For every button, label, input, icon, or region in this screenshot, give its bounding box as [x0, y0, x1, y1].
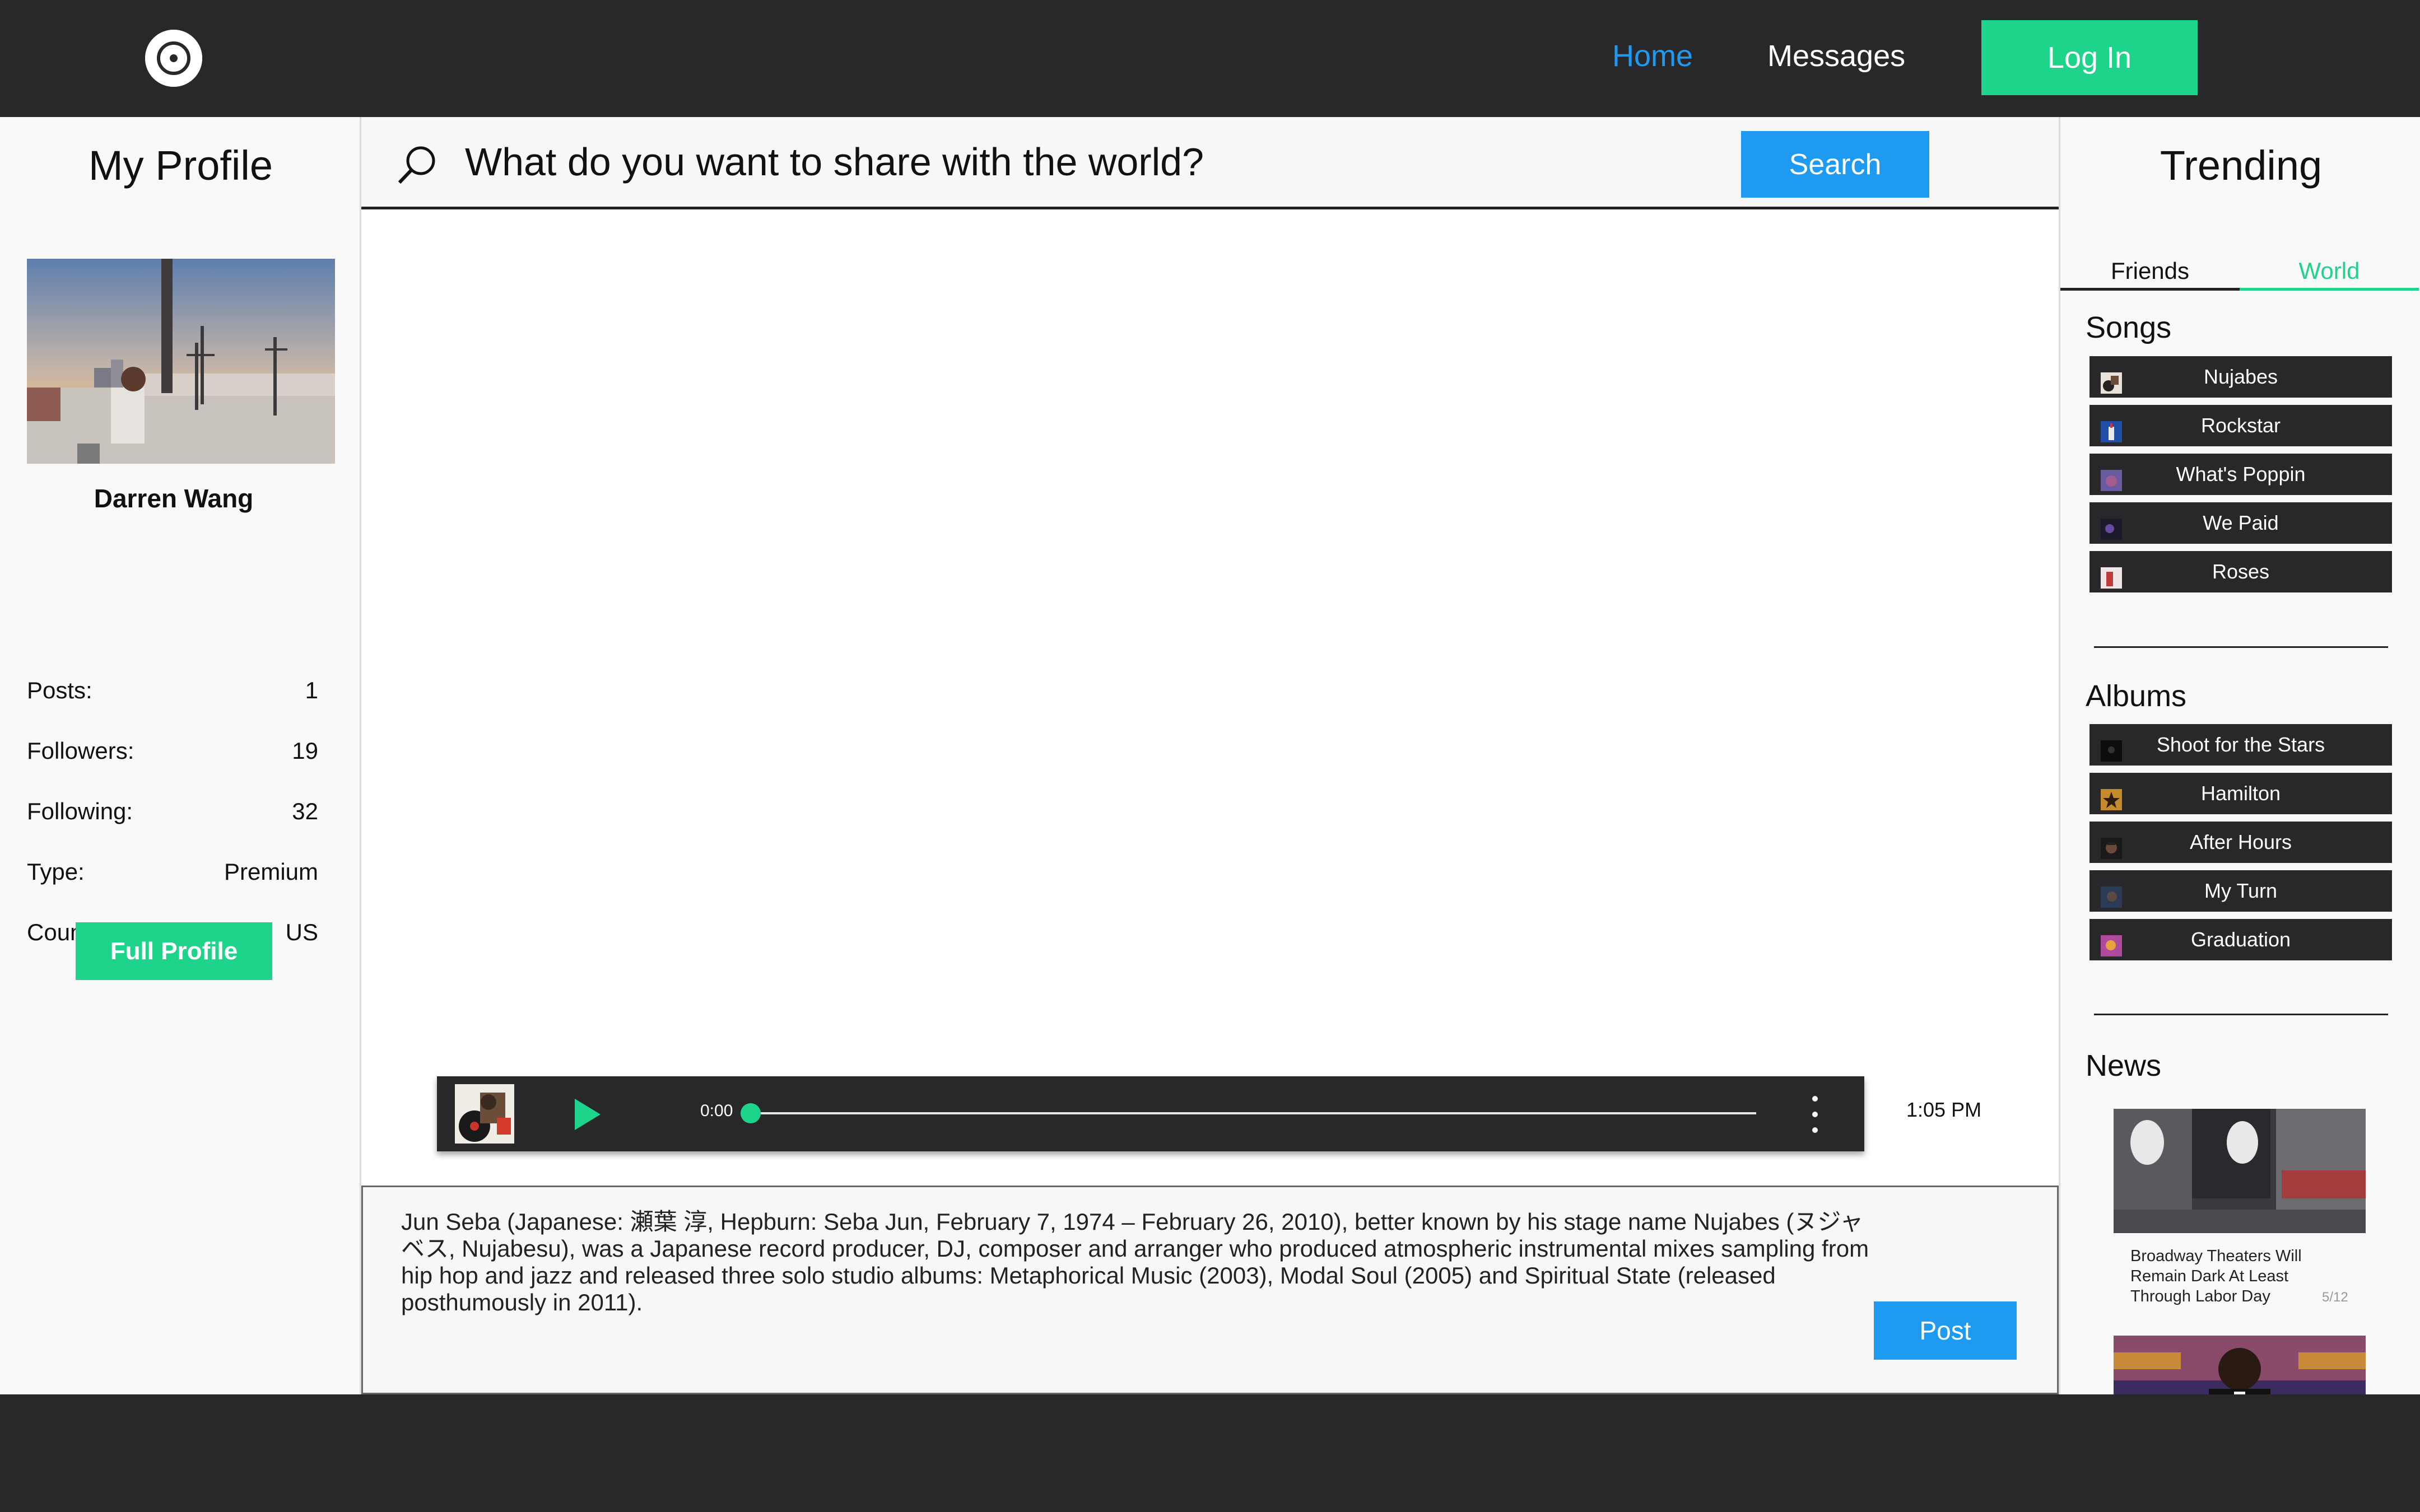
top-navigation-bar: Home Messages Log In [0, 0, 2420, 117]
stat-label: Type: [27, 858, 85, 885]
audio-player: 0:00 [437, 1076, 1864, 1151]
trending-sidebar: Trending Friends World Songs Nujabes Roc… [2059, 117, 2420, 1394]
album-label: Graduation [2190, 928, 2291, 951]
post-button[interactable]: Post [1874, 1301, 2017, 1360]
album-label: Hamilton [2200, 782, 2281, 805]
album-thumbnail [2101, 734, 2122, 762]
album-item[interactable]: Hamilton [2089, 773, 2392, 814]
main-feed: Search 0:00 [361, 117, 2089, 1394]
profile-photo [27, 259, 335, 464]
news-section-title: News [2086, 1049, 2162, 1082]
song-thumbnail [2101, 415, 2122, 442]
more-options-icon[interactable] [1808, 1092, 1822, 1137]
search-button[interactable]: Search [1741, 131, 1929, 198]
news-image [2114, 1109, 2366, 1233]
full-profile-button[interactable]: Full Profile [76, 922, 272, 980]
stat-label: Followers: [27, 738, 134, 764]
track-artwork [455, 1084, 514, 1144]
footer [0, 1394, 2420, 1512]
trending-title: Trending [2160, 142, 2323, 189]
song-item[interactable]: We Paid [2089, 502, 2392, 544]
album-label: My Turn [2204, 879, 2278, 902]
stat-label: Following: [27, 798, 133, 824]
vinyl-logo-icon[interactable] [145, 30, 202, 87]
song-item[interactable]: Roses [2089, 551, 2392, 592]
search-bar: Search [361, 117, 2089, 209]
song-thumbnail [2101, 512, 2122, 540]
profile-name: Darren Wang [94, 484, 254, 513]
albums-section-title: Albums [2086, 679, 2187, 713]
album-label: Shoot for the Stars [2156, 733, 2325, 756]
stat-value: US [285, 919, 318, 945]
song-item[interactable]: What's Poppin [2089, 454, 2392, 495]
stat-value: 1 [305, 677, 318, 703]
news-date: 5/12 [2322, 1290, 2348, 1305]
tab-world[interactable]: World [2240, 251, 2419, 291]
news-card[interactable]: Broadway Theaters Will Remain Dark At Le… [2114, 1109, 2366, 1305]
stat-posts: Posts: 1 [27, 677, 318, 711]
songs-section-title: Songs [2086, 311, 2172, 344]
song-label: Nujabes [2203, 365, 2278, 388]
section-divider [2094, 1014, 2388, 1015]
news-headline: Broadway Theaters Will Remain Dark At Le… [2130, 1247, 2302, 1305]
stat-value: Premium [224, 858, 318, 885]
profile-sidebar: My Profile Darren Wang Posts: 1 Follower… [0, 117, 361, 1460]
post-composer: Jun Seba (Japanese: 瀬葉 淳, Hepburn: Seba … [361, 1186, 2059, 1394]
post-timestamp: 1:05 PM [1906, 1098, 1982, 1121]
album-item[interactable]: Graduation [2089, 919, 2392, 960]
song-thumbnail [2101, 366, 2122, 394]
news-image [2114, 1336, 2366, 1394]
album-item[interactable]: My Turn [2089, 870, 2392, 912]
song-item[interactable]: Nujabes [2089, 356, 2392, 398]
song-label: Roses [2212, 560, 2270, 583]
search-icon [395, 142, 440, 187]
profile-title: My Profile [89, 142, 273, 189]
play-icon[interactable] [570, 1096, 604, 1132]
album-label: After Hours [2189, 830, 2292, 853]
album-thumbnail [2101, 783, 2122, 810]
song-label: Rockstar [2200, 414, 2281, 437]
album-item[interactable]: Shoot for the Stars [2089, 724, 2392, 766]
player-current-time: 0:00 [700, 1102, 733, 1120]
stat-following: Following: 32 [27, 798, 318, 832]
song-label: What's Poppin [2176, 463, 2306, 486]
tab-friends[interactable]: Friends [2060, 251, 2240, 291]
post-text[interactable]: Jun Seba (Japanese: 瀬葉 淳, Hepburn: Seba … [401, 1208, 1886, 1316]
song-thumbnail [2101, 464, 2122, 491]
progress-track[interactable] [751, 1112, 1756, 1114]
album-thumbnail [2101, 880, 2122, 908]
stat-followers: Followers: 19 [27, 738, 318, 771]
song-item[interactable]: Rockstar [2089, 405, 2392, 446]
login-button[interactable]: Log In [1981, 20, 2198, 95]
stat-label: Posts: [27, 677, 92, 703]
album-thumbnail [2101, 929, 2122, 956]
news-card[interactable] [2114, 1336, 2366, 1394]
stat-value: 19 [292, 738, 318, 764]
section-divider [2094, 646, 2388, 648]
song-thumbnail [2101, 561, 2122, 589]
nav-messages-link[interactable]: Messages [1767, 34, 1905, 78]
nav-home-link[interactable]: Home [1612, 34, 1693, 78]
stat-value: 32 [292, 798, 318, 824]
song-label: We Paid [2203, 511, 2279, 534]
album-thumbnail [2101, 832, 2122, 859]
progress-knob[interactable] [741, 1103, 761, 1123]
album-item[interactable]: After Hours [2089, 822, 2392, 863]
stat-type: Type: Premium [27, 858, 318, 892]
